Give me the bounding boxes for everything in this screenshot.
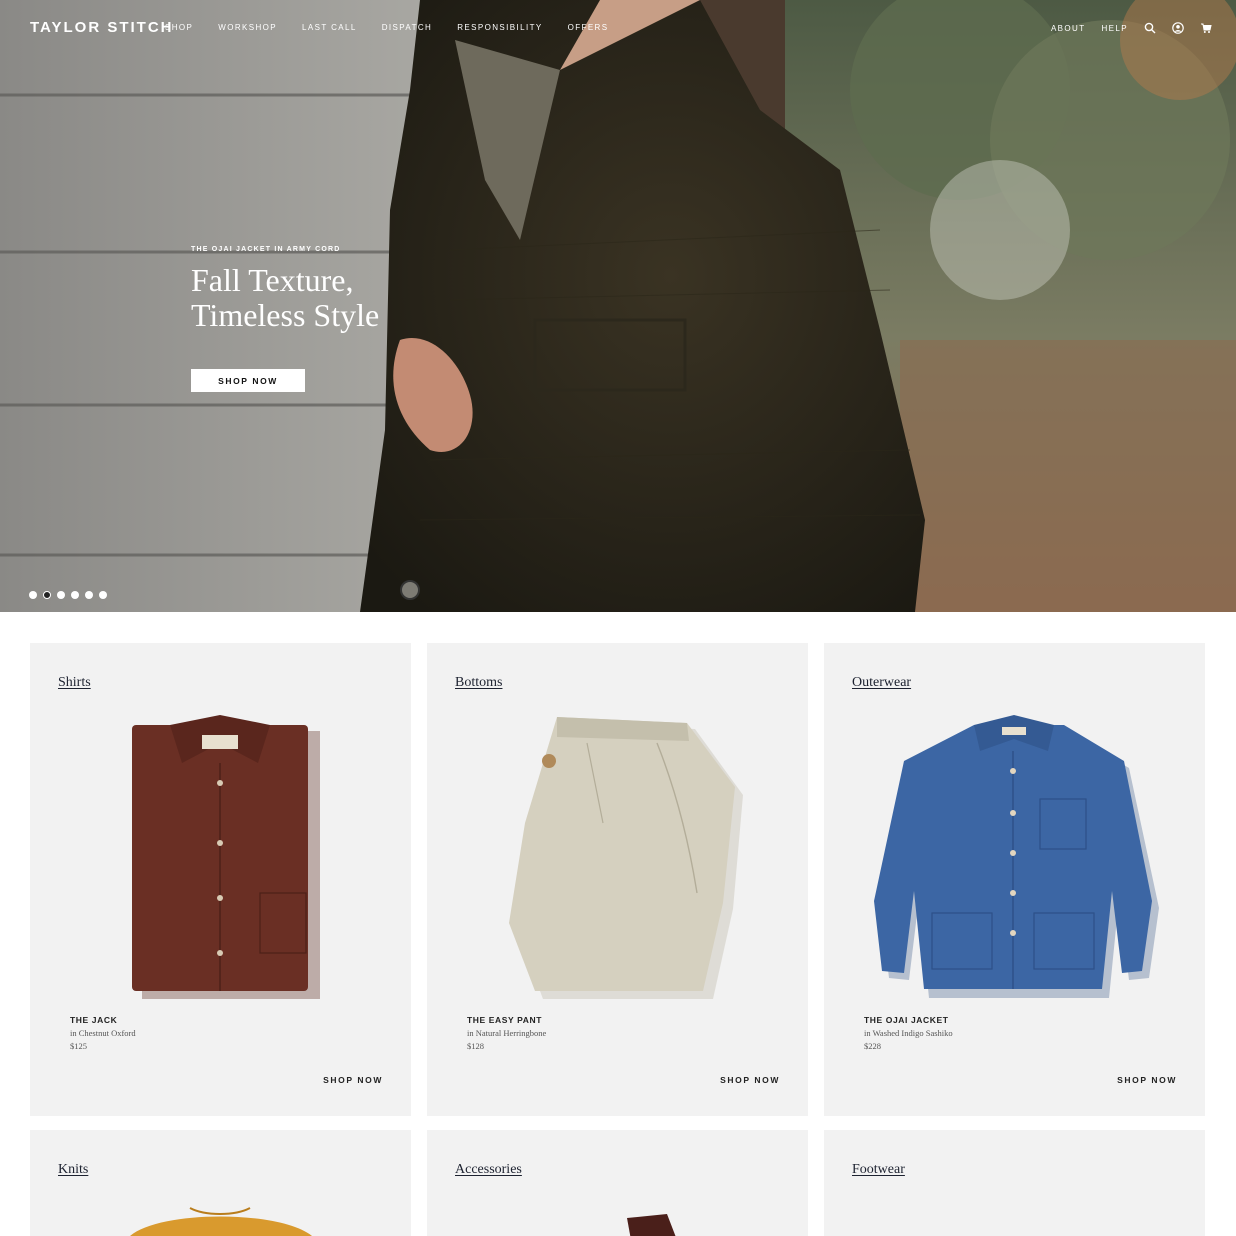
shop-now-link[interactable]: SHOP NOW	[1117, 1075, 1177, 1085]
category-card-accessories[interactable]: Accessories	[427, 1130, 808, 1236]
product-name[interactable]: THE OJAI JACKET	[864, 1015, 953, 1025]
product-info: THE EASY PANT in Natural Herringbone $12…	[467, 1015, 546, 1051]
product-image-shirt	[132, 715, 320, 999]
product-variant: in Chestnut Oxford	[70, 1028, 136, 1038]
product-info: THE OJAI JACKET in Washed Indigo Sashiko…	[864, 1015, 953, 1051]
carousel-dots	[29, 591, 107, 599]
carousel-dot[interactable]	[99, 591, 107, 599]
carousel-dot[interactable]	[57, 591, 65, 599]
nav-last-call[interactable]: LAST CALL	[302, 23, 357, 32]
category-title-knits[interactable]: Knits	[58, 1162, 88, 1178]
product-price: $228	[864, 1041, 881, 1051]
search-icon[interactable]	[1144, 22, 1156, 34]
nav-about[interactable]: ABOUT	[1051, 24, 1086, 33]
category-card-knits[interactable]: Knits	[30, 1130, 411, 1236]
shop-now-link[interactable]: SHOP NOW	[323, 1075, 383, 1085]
category-card-shirts[interactable]: Shirts THE JACK in Chestnut Oxford $125 …	[30, 643, 411, 1116]
nav-workshop[interactable]: WORKSHOP	[218, 23, 277, 32]
nav-offers[interactable]: OFFERS	[568, 23, 609, 32]
hero-banner[interactable]: TAYLOR STITCH SHOP WORKSHOP LAST CALL DI…	[0, 0, 1236, 612]
product-image-pant	[509, 717, 743, 999]
product-name[interactable]: THE EASY PANT	[467, 1015, 546, 1025]
shop-now-link[interactable]: SHOP NOW	[720, 1075, 780, 1085]
primary-nav: SHOP WORKSHOP LAST CALL DISPATCH RESPONS…	[165, 23, 633, 32]
hero-headline-line-1: Fall Texture,	[191, 262, 354, 298]
cart-icon[interactable]	[1200, 22, 1212, 34]
category-title-footwear[interactable]: Footwear	[852, 1162, 905, 1178]
account-icon[interactable]	[1172, 22, 1184, 34]
top-navigation: TAYLOR STITCH SHOP WORKSHOP LAST CALL DI…	[0, 0, 1236, 58]
brand-logo[interactable]: TAYLOR STITCH	[30, 19, 174, 36]
category-title-bottoms[interactable]: Bottoms	[455, 675, 502, 691]
carousel-dot[interactable]	[71, 591, 79, 599]
category-title-accessories[interactable]: Accessories	[455, 1162, 522, 1178]
product-image-accessory	[627, 1214, 676, 1236]
hero-headline: Fall Texture, Timeless Style	[191, 263, 379, 333]
utility-nav: ABOUT HELP	[1051, 22, 1212, 34]
hero-copy: THE OJAI JACKET IN ARMY CORD Fall Textur…	[191, 246, 379, 392]
nav-shop[interactable]: SHOP	[165, 23, 193, 32]
hero-shop-now-button[interactable]: SHOP NOW	[191, 369, 305, 392]
carousel-dot[interactable]	[85, 591, 93, 599]
product-info: THE JACK in Chestnut Oxford $125	[70, 1015, 136, 1051]
product-variant: in Natural Herringbone	[467, 1028, 547, 1038]
nav-help[interactable]: HELP	[1102, 24, 1129, 33]
category-title-shirts[interactable]: Shirts	[58, 675, 91, 691]
category-title-outerwear[interactable]: Outerwear	[852, 675, 911, 691]
hero-image	[0, 0, 1236, 612]
category-card-outerwear[interactable]: Outerwear THE OJAI JACKET in Washed Indi…	[824, 643, 1205, 1116]
nav-responsibility[interactable]: RESPONSIBILITY	[457, 23, 542, 32]
carousel-dot[interactable]	[29, 591, 37, 599]
product-name[interactable]: THE JACK	[70, 1015, 136, 1025]
product-image-jacket	[874, 715, 1159, 998]
carousel-dot-active[interactable]	[43, 591, 51, 599]
hero-headline-line-2: Timeless Style	[191, 297, 380, 333]
category-card-bottoms[interactable]: Bottoms THE EASY PANT in Natural Herring…	[427, 643, 808, 1116]
hero-eyebrow: THE OJAI JACKET IN ARMY CORD	[191, 246, 341, 253]
product-price: $125	[70, 1041, 87, 1051]
product-image-knit	[130, 1207, 312, 1236]
nav-dispatch[interactable]: DISPATCH	[382, 23, 432, 32]
product-variant: in Washed Indigo Sashiko	[864, 1028, 953, 1038]
product-price: $128	[467, 1041, 484, 1051]
category-card-footwear[interactable]: Footwear	[824, 1130, 1205, 1236]
